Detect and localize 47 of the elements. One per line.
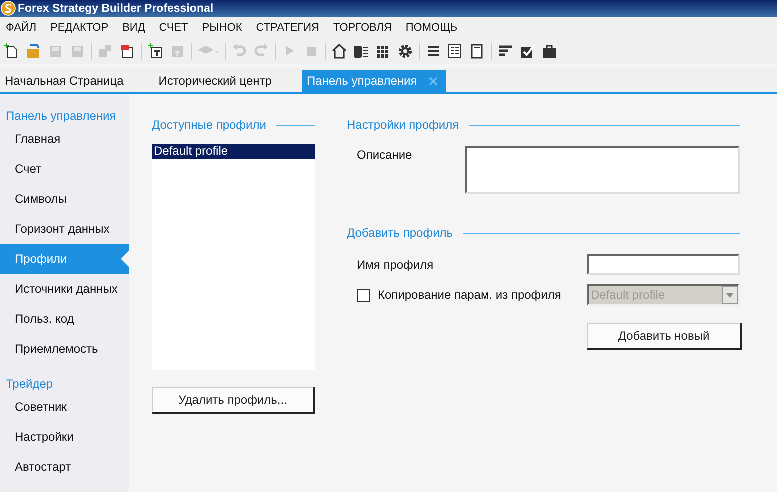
- document-icon[interactable]: [469, 42, 486, 60]
- tab[interactable]: Начальная Страница: [0, 70, 132, 92]
- new-text-icon[interactable]: [147, 42, 164, 60]
- sidebar-item[interactable]: Настройки: [0, 422, 129, 452]
- sidebar-item[interactable]: Счет: [0, 154, 129, 184]
- menu-item[interactable]: ВИД: [122, 22, 154, 34]
- tab[interactable]: Исторический центр: [154, 70, 280, 92]
- add-new-button[interactable]: Добавить новый: [587, 323, 742, 350]
- sidebar-item[interactable]: Польз. код: [0, 304, 129, 334]
- checkbox-label: Копирование парам. из профиля: [378, 288, 562, 302]
- sidebar-item[interactable]: Автостарт: [0, 452, 129, 482]
- sidebar-section-title: Панель управления: [5, 108, 118, 124]
- open-folder-icon[interactable]: [25, 42, 42, 60]
- sidebar-item[interactable]: Главная: [0, 124, 129, 154]
- sidebar-item[interactable]: Горизонт данных: [0, 214, 129, 244]
- new-document-icon[interactable]: [3, 42, 20, 60]
- menu-item[interactable]: ФАЙЛ: [6, 22, 45, 34]
- field-label: Имя профиля: [356, 258, 434, 272]
- menu-item[interactable]: РЕДАКТОР: [50, 22, 117, 34]
- section-title: Добавить профиль: [347, 226, 454, 240]
- delete-profile-button[interactable]: Удалить профиль...: [152, 387, 315, 414]
- sidebar-item[interactable]: Источники данных: [0, 274, 129, 304]
- briefcase-icon[interactable]: [541, 42, 558, 60]
- dropdown-arrow-icon: [726, 292, 734, 298]
- input-field[interactable]: [587, 254, 740, 275]
- checkbox-icon[interactable]: [519, 42, 536, 60]
- field-label: Описание: [356, 147, 412, 162]
- menu-item[interactable]: ПОМОЩЬ: [406, 22, 466, 34]
- app-logo-icon: [1, 1, 16, 16]
- document-icon[interactable]: [119, 42, 136, 60]
- list-item[interactable]: Default profile: [152, 144, 315, 159]
- menu-item[interactable]: СТРАТЕГИЯ: [256, 22, 328, 34]
- menu-item[interactable]: РЫНОК: [202, 22, 250, 34]
- document-list-icon[interactable]: [447, 42, 464, 60]
- sidebar-item[interactable]: Советник: [0, 392, 129, 422]
- sidebar-item[interactable]: Символы: [0, 184, 129, 214]
- checkbox[interactable]: [357, 288, 370, 302]
- home-icon[interactable]: [331, 42, 348, 60]
- section-title: Настройки профиля: [347, 118, 460, 132]
- description-field[interactable]: [465, 146, 740, 194]
- menu-item[interactable]: СЧЕТ: [159, 22, 196, 34]
- menu-item[interactable]: ТОРГОВЛЯ: [334, 22, 400, 34]
- section-title: Доступные профили: [152, 118, 266, 132]
- settings-icon[interactable]: [397, 42, 414, 60]
- sidebar-item[interactable]: Приемлемость: [0, 334, 129, 364]
- window-title: Forex Strategy Builder Professional: [18, 2, 214, 14]
- sidebar-section-title: Трейдер: [5, 376, 54, 392]
